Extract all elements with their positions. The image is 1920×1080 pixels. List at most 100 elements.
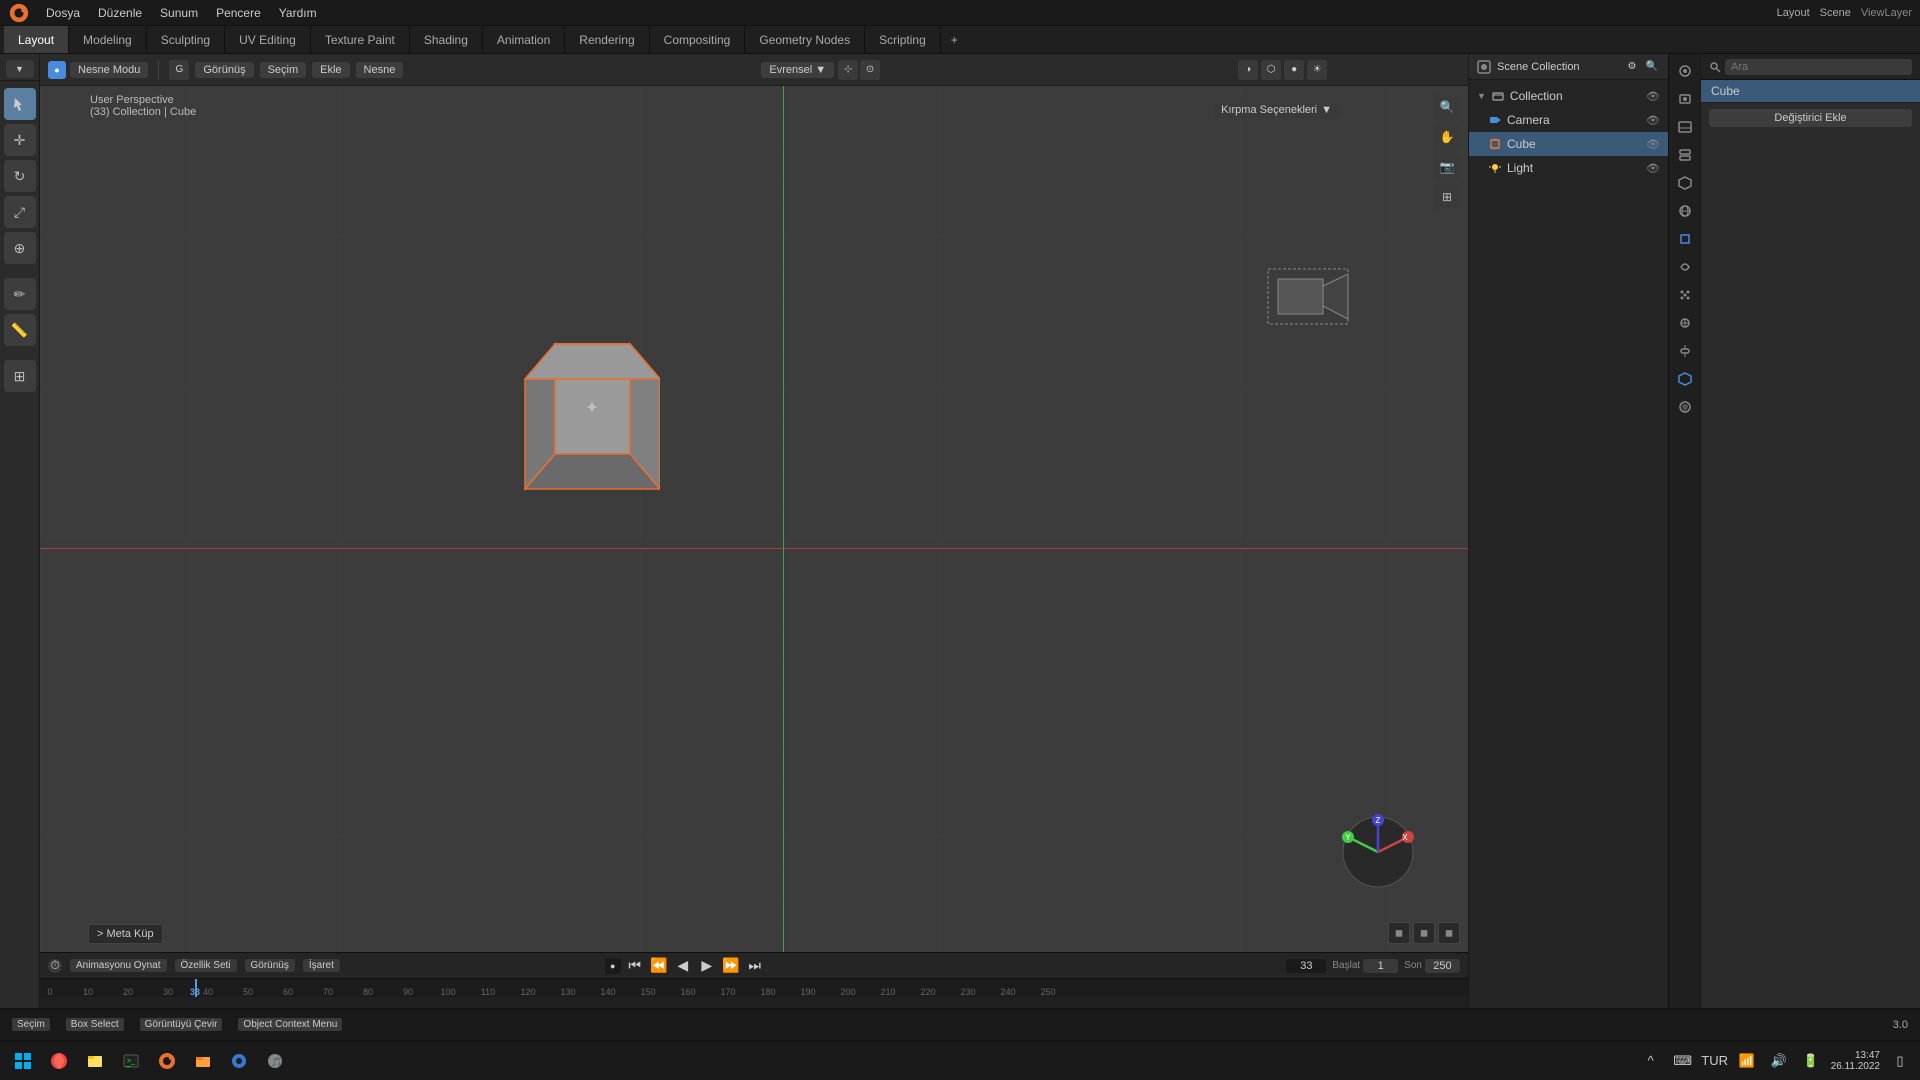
add-modifier-btn[interactable]: Değiştirici Ekle (1709, 109, 1912, 127)
tool-move[interactable]: ✛ (4, 124, 36, 156)
camera-vis[interactable]: 👁 (1646, 114, 1660, 127)
pan-btn[interactable]: ✋ (1434, 124, 1460, 150)
prop-modifier-icon[interactable] (1672, 254, 1698, 280)
play-back-btn[interactable]: ◀ (673, 956, 693, 976)
cube-item[interactable]: Cube 👁 (1469, 132, 1668, 156)
view-btn[interactable]: Görünüş (245, 959, 295, 972)
property-set-btn[interactable]: Özellik Seti (175, 959, 237, 972)
tool-transform[interactable]: ⊕ (4, 232, 36, 264)
timeline-ruler[interactable]: 0 10 20 30 33 40 50 60 70 80 90 100 110 … (40, 979, 1468, 997)
add-workspace-button[interactable]: + (941, 26, 968, 53)
cube-vis[interactable]: 👁 (1646, 138, 1660, 151)
snap-btn[interactable]: ⊹ (838, 60, 858, 80)
light-item[interactable]: Light 👁 (1469, 156, 1668, 180)
speaker-icon[interactable]: 🔊 (1767, 1049, 1791, 1073)
keyframe-dot[interactable]: ● (605, 958, 621, 974)
prop-scene-icon[interactable] (1672, 58, 1698, 84)
collection-vis[interactable]: 👁 (1646, 90, 1660, 103)
end-frame-field[interactable]: 250 (1425, 959, 1460, 973)
prop-data-icon[interactable] (1672, 366, 1698, 392)
prop-physics-icon[interactable] (1672, 310, 1698, 336)
global-local-toggle[interactable]: G (169, 60, 189, 80)
folder-icon[interactable] (188, 1046, 218, 1076)
prop-output-icon[interactable] (1672, 114, 1698, 140)
settings-icon[interactable] (224, 1046, 254, 1076)
lang-indicator[interactable]: TUR (1703, 1049, 1727, 1073)
terminal-icon[interactable]: _>_ (116, 1046, 146, 1076)
tab-layout[interactable]: Layout (4, 26, 69, 53)
prop-constraints-icon[interactable] (1672, 338, 1698, 364)
tab-geometry-nodes[interactable]: Geometry Nodes (745, 26, 865, 53)
light-vis[interactable]: 👁 (1646, 162, 1660, 175)
files-icon[interactable] (80, 1046, 110, 1076)
camera-object[interactable] (1258, 244, 1358, 347)
menu-edit[interactable]: Düzenle (90, 4, 150, 22)
tab-modeling[interactable]: Modeling (69, 26, 147, 53)
viewport-shading-material[interactable]: ● (1284, 60, 1304, 80)
prop-object-icon[interactable] (1672, 226, 1698, 252)
orientation-gizmo[interactable]: X Y Z (1338, 812, 1418, 892)
start-frame-field[interactable]: 1 (1363, 959, 1398, 973)
viewport-nav-1[interactable]: ◼ (1388, 922, 1410, 944)
tab-texture-paint[interactable]: Texture Paint (311, 26, 410, 53)
tab-compositing[interactable]: Compositing (650, 26, 746, 53)
viewport-shading-solid[interactable]: ◑ (1238, 60, 1258, 80)
view-menu[interactable]: Görünüş (195, 62, 253, 78)
tab-animation[interactable]: Animation (483, 26, 565, 53)
timeline-icon[interactable]: ⏱ (48, 959, 62, 973)
camera-item[interactable]: Camera 👁 (1469, 108, 1668, 132)
tab-rendering[interactable]: Rendering (565, 26, 649, 53)
environment-selector[interactable]: Evrensel ▼ (761, 62, 834, 78)
browser-icon[interactable] (44, 1046, 74, 1076)
play-begin-btn[interactable]: ⏮ (625, 956, 645, 976)
menu-help[interactable]: Yardım (271, 4, 325, 22)
show-desktop-btn[interactable]: ▯ (1888, 1049, 1912, 1073)
mark-btn[interactable]: İşaret (303, 959, 340, 972)
select-menu[interactable]: Seçim (260, 62, 307, 78)
viewport-shading-wireframe[interactable]: ⬡ (1261, 60, 1281, 80)
scene-collection-item[interactable]: ▼ Collection 👁 (1469, 84, 1668, 108)
zoom-in-btn[interactable]: 🔍 (1434, 94, 1460, 120)
object-menu[interactable]: Nesne (356, 62, 404, 78)
menu-render[interactable]: Sunum (152, 4, 206, 22)
animate-btn[interactable]: Animasyonu Oynat (70, 959, 167, 972)
current-frame-display[interactable]: 33 (1286, 959, 1326, 973)
play-prev-btn[interactable]: ⏪ (649, 956, 669, 976)
tab-sculpting[interactable]: Sculpting (147, 26, 225, 53)
viewport-nav-2[interactable]: ◼ (1413, 922, 1435, 944)
prop-render-icon[interactable] (1672, 86, 1698, 112)
kirpma-btn[interactable]: Kırpma Seçenekleri ▼ (1213, 102, 1340, 118)
viewport-3d[interactable]: ● Nesne Modu G Görünüş Seçim Ekle Nesne (40, 54, 1468, 952)
cube-3d-object[interactable] (500, 324, 660, 507)
active-object-prop[interactable]: Cube (1701, 80, 1920, 103)
tool-select[interactable] (4, 88, 36, 120)
prop-material-icon[interactable] (1672, 394, 1698, 420)
play-next-btn[interactable]: ⏩ (721, 956, 741, 976)
taskbar-arrow-up[interactable]: ^ (1639, 1049, 1663, 1073)
viewport-nav-3[interactable]: ◼ (1438, 922, 1460, 944)
other-icon[interactable]: 🎵 (260, 1046, 290, 1076)
outliner-filter-btn[interactable]: ⚙ (1624, 59, 1640, 75)
object-mode-selector[interactable]: ▼ (6, 60, 34, 78)
prop-particles-icon[interactable] (1672, 282, 1698, 308)
blender-taskbar-icon[interactable] (152, 1046, 182, 1076)
properties-search-input[interactable] (1725, 59, 1912, 75)
tab-scripting[interactable]: Scripting (865, 26, 941, 53)
keyboard-icon[interactable]: ⌨ (1671, 1049, 1695, 1073)
menu-file[interactable]: Dosya (38, 4, 88, 22)
prop-scene-props-icon[interactable] (1672, 170, 1698, 196)
menu-window[interactable]: Pencere (208, 4, 269, 22)
tool-annotate[interactable]: ✏ (4, 278, 36, 310)
prop-viewlayer-icon[interactable] (1672, 142, 1698, 168)
play-end-btn[interactable]: ⏭ (745, 956, 765, 976)
windows-start-btn[interactable] (8, 1046, 38, 1076)
proportional-btn[interactable]: ⊙ (860, 60, 880, 80)
camera-view-btn[interactable]: 📷 (1434, 154, 1460, 180)
grid-view-btn[interactable]: ⊞ (1434, 184, 1460, 210)
tool-add[interactable]: ⊞ (4, 360, 36, 392)
network-icon[interactable]: 📶 (1735, 1049, 1759, 1073)
battery-icon[interactable]: 🔋 (1799, 1049, 1823, 1073)
tab-shading[interactable]: Shading (410, 26, 483, 53)
outliner-search-btn[interactable]: 🔍 (1644, 59, 1660, 75)
add-menu[interactable]: Ekle (312, 62, 349, 78)
